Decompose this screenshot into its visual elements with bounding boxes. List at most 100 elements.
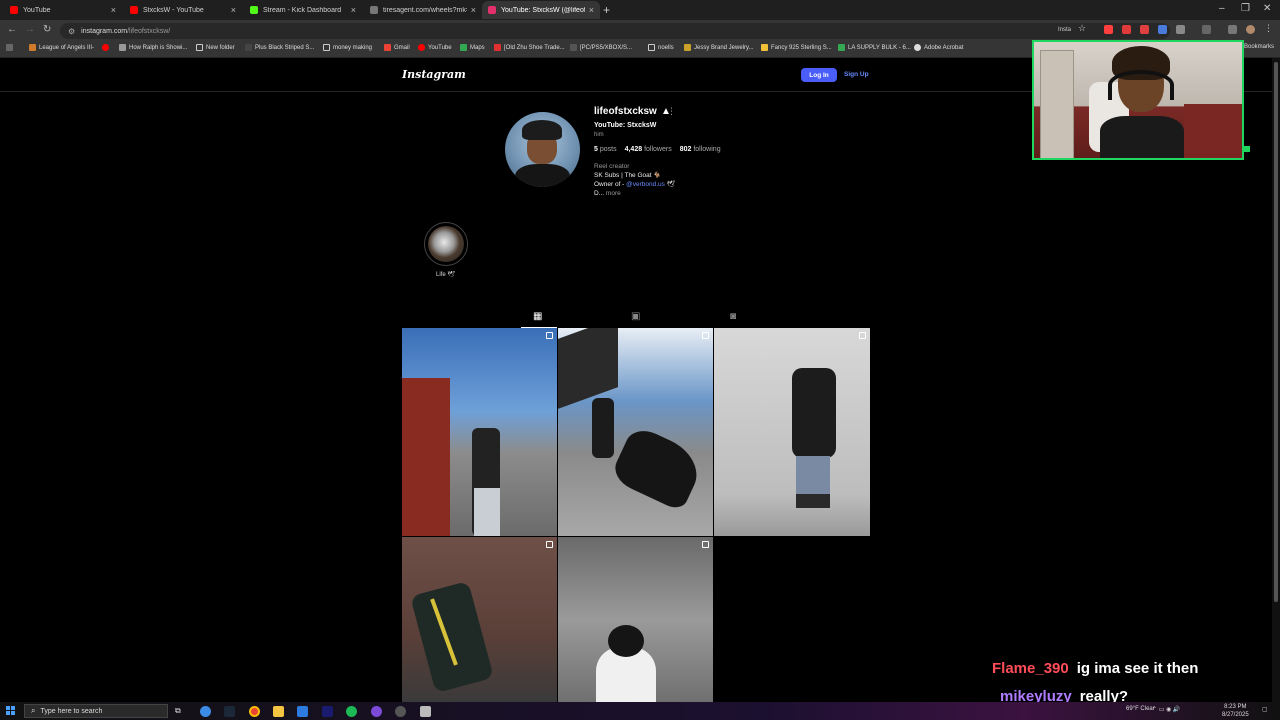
notification-icon[interactable]: ▢	[1262, 706, 1268, 713]
posts-grid-icon[interactable]: ▦	[533, 311, 542, 322]
spotify-icon[interactable]	[346, 706, 357, 717]
star-icon[interactable]: ☆	[1078, 23, 1087, 33]
close-icon[interactable]: ×	[111, 5, 116, 15]
download-icon[interactable]	[1228, 25, 1237, 34]
reels-icon[interactable]: ▣	[631, 311, 640, 322]
signup-button[interactable]: Sign Up	[844, 71, 869, 78]
obs-icon[interactable]	[371, 706, 382, 717]
following-stat[interactable]: 802 following	[680, 146, 721, 153]
profile-avatar-icon[interactable]	[1246, 25, 1255, 34]
tab-instagram[interactable]: YouTube: StxcksW (@lifeofstx ×	[482, 1, 600, 19]
new-tab-button[interactable]: +	[603, 3, 610, 17]
bookmark-item[interactable]: League of Angels III-	[29, 44, 94, 51]
kick-icon	[250, 6, 258, 14]
folder-icon	[196, 44, 203, 51]
more-options-icon[interactable]: ⋮	[667, 106, 676, 117]
forward-icon[interactable]: →	[25, 24, 35, 35]
gmail-icon	[384, 44, 391, 51]
copilot-icon[interactable]	[200, 706, 211, 717]
close-icon[interactable]: ×	[471, 5, 476, 15]
multi-photo-icon	[859, 332, 866, 339]
taskbar-search[interactable]: ⌕ Type here to search	[24, 704, 168, 718]
profile-bio: Reel creator SK Subs | The Goat 🐐 Owner …	[594, 162, 675, 198]
task-view-icon[interactable]: ⧉	[175, 706, 186, 717]
extension-icon[interactable]	[1140, 25, 1149, 34]
taskbar-clock[interactable]: 8:23 PM 8/27/2025	[1222, 703, 1249, 719]
tray-icons[interactable]: ⌃ ▭ ◉ 🔊	[1152, 706, 1180, 713]
multi-photo-icon	[702, 332, 709, 339]
tab-tiresagent[interactable]: tiresagent.com/wheels?mk=1 ×	[364, 1, 482, 19]
all-bookmarks[interactable]: Bookmarks	[1244, 44, 1274, 50]
post-tile[interactable]	[402, 328, 557, 536]
tab-title: StxcksW - YouTube	[143, 6, 204, 14]
bio-link[interactable]: @verbond.us	[626, 181, 665, 188]
profile-avatar[interactable]	[505, 112, 580, 187]
bookmark-item[interactable]: [Old Zhu Shoe Trade...	[494, 44, 565, 51]
close-icon[interactable]: ×	[351, 5, 356, 15]
app-icon[interactable]	[420, 706, 431, 717]
bio-more-link[interactable]: more	[606, 190, 621, 197]
bookmark-item[interactable]: LA SUPPLY BULK - 6...	[838, 44, 911, 51]
site-icon	[370, 6, 378, 14]
apps-icon[interactable]	[6, 44, 16, 51]
tab-stxcksw-youtube[interactable]: StxcksW - YouTube ×	[124, 1, 242, 19]
reload-icon[interactable]: ↻	[43, 24, 51, 35]
close-icon[interactable]: ×	[231, 5, 236, 15]
post-tile[interactable]	[402, 537, 557, 702]
address-bar[interactable]: ⚙ instagram.com/lifeofstxcksw/	[60, 23, 1170, 39]
extension-icon[interactable]	[1158, 25, 1167, 34]
restore-icon[interactable]: ❐	[1241, 3, 1250, 14]
app-icon[interactable]	[395, 706, 406, 717]
bookmark-item[interactable]: YouTube	[418, 44, 452, 51]
login-button[interactable]: Log In	[801, 68, 837, 82]
close-window-icon[interactable]: ✕	[1263, 3, 1271, 14]
back-icon[interactable]: ←	[7, 24, 17, 35]
instagram-icon	[488, 6, 496, 14]
bookmark-item[interactable]: Maps	[460, 44, 485, 51]
minimize-icon[interactable]: –	[1219, 3, 1225, 14]
file-explorer-icon[interactable]	[273, 706, 284, 717]
bookmark-item[interactable]: Fancy 925 Sterling S...	[761, 44, 832, 51]
scrollbar-thumb[interactable]	[1274, 62, 1278, 602]
weather-text[interactable]: 69°F Clear	[1126, 706, 1155, 712]
bookmark-item[interactable]: Jessy Brand Jewelry...	[684, 44, 754, 51]
bookmark-folder[interactable]: noells	[648, 44, 674, 51]
bookmark-item[interactable]: How Ralph is Showi...	[119, 44, 187, 51]
extension-label[interactable]: Insta	[1058, 27, 1071, 33]
tab-youtube[interactable]: YouTube ×	[4, 1, 122, 19]
steam-icon[interactable]	[224, 706, 235, 717]
instagram-logo[interactable]: Instagram	[402, 68, 466, 81]
menu-icon[interactable]: ⋮	[1264, 23, 1273, 33]
bookmark-item[interactable]: [PC/PS5/XBOX/S...	[570, 44, 632, 51]
post-tile[interactable]	[714, 328, 870, 536]
store-icon[interactable]	[297, 706, 308, 717]
extension-icon[interactable]	[1104, 25, 1113, 34]
post-tile[interactable]	[558, 328, 713, 536]
extension-icon[interactable]	[1122, 25, 1131, 34]
chrome-icon[interactable]	[249, 706, 260, 717]
page-scrollbar[interactable]	[1272, 58, 1280, 702]
bio-line: D... more	[594, 190, 621, 197]
post-tile[interactable]	[558, 537, 713, 702]
close-icon[interactable]: ×	[589, 5, 594, 15]
windows-start-icon[interactable]	[6, 706, 16, 716]
profile-tabs: ▦ ▣ ◙	[402, 308, 870, 328]
tab-kick-dashboard[interactable]: Stream - Kick Dashboard ×	[244, 1, 362, 19]
bookmark-item[interactable]	[102, 44, 112, 51]
bookmark-favicon	[914, 44, 921, 51]
bookmark-folder[interactable]: New folder	[196, 44, 235, 51]
chat-message: Flame_390 ig ima see it then	[992, 660, 1198, 677]
puzzle-icon[interactable]	[1176, 25, 1185, 34]
followers-stat[interactable]: 4,428 followers	[625, 146, 672, 153]
bookmark-item[interactable]: Adobe Acrobat	[914, 44, 963, 51]
sidepanel-icon[interactable]	[1202, 25, 1211, 34]
bookmark-item[interactable]: Gmail	[384, 44, 410, 51]
bookmark-item[interactable]: Plus Black Striped S...	[245, 44, 314, 51]
bookmark-folder[interactable]: money making	[323, 44, 372, 51]
youtube-icon	[10, 6, 18, 14]
tagged-icon[interactable]: ◙	[730, 311, 736, 322]
webcam-corner-marker	[1244, 146, 1250, 152]
premiere-icon[interactable]	[322, 706, 333, 717]
site-info-icon[interactable]: ⚙	[68, 27, 75, 36]
story-highlight[interactable]	[424, 222, 468, 266]
